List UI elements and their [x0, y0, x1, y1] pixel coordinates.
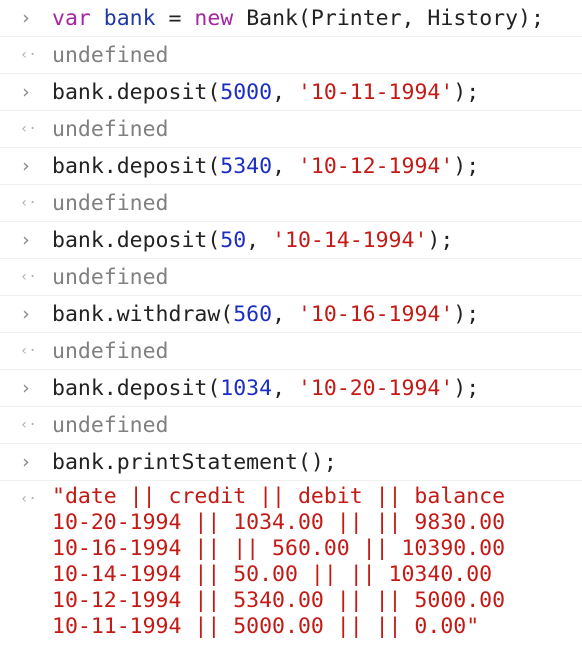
console-output: undefined — [52, 265, 169, 290]
console-command: bank.deposit(50, '10-14-1994'); — [52, 222, 453, 259]
statement-output: ‹· "date || credit || debit || balance 10-… — [0, 481, 582, 644]
token-str: '10-16-1994' — [297, 302, 454, 327]
console-input-line[interactable]: › bank.deposit(5340, '10-12-1994'); — [0, 148, 582, 185]
console-input-line[interactable]: › var bank = new Bank(Printer, History); — [0, 0, 582, 37]
token-str: '10-11-1994' — [297, 80, 454, 105]
input-prompt-icon: › — [20, 229, 32, 251]
token-plain: bank.printStatement(); — [52, 450, 337, 475]
console-output: undefined — [52, 191, 169, 216]
result-prompt-icon: ‹· — [20, 121, 37, 137]
result-prompt-icon: ‹· — [20, 343, 37, 359]
token-plain: ); — [453, 376, 480, 401]
result-prompt-icon: ‹· — [20, 269, 37, 285]
console-input-line[interactable]: › bank.withdraw(560, '10-16-1994'); — [0, 296, 582, 333]
result-prompt-icon: ‹· — [20, 47, 37, 63]
token-plain: , — [272, 376, 298, 401]
token-plain: = — [155, 6, 195, 31]
console-output: undefined — [52, 339, 169, 364]
statement-line: "date || credit || debit || balance — [52, 484, 506, 509]
result-prompt-icon: ‹· — [20, 491, 37, 507]
input-prompt-icon: › — [20, 377, 32, 399]
console-result-line: ‹· undefined — [0, 111, 582, 148]
console-result-line: ‹· undefined — [0, 185, 582, 222]
token-plain: Bank(Printer, History); — [233, 6, 544, 31]
token-str: '10-12-1994' — [297, 154, 454, 179]
console-result-line: ‹· undefined — [0, 333, 582, 370]
statement-line: 10-14-1994 || 50.00 || || 10340.00 — [52, 562, 493, 587]
token-plain: , — [272, 80, 298, 105]
console-input-line[interactable]: › bank.deposit(50, '10-14-1994'); — [0, 222, 582, 259]
token-ident: bank — [103, 6, 156, 31]
token-str: '10-14-1994' — [272, 228, 428, 253]
input-prompt-icon: › — [20, 155, 32, 177]
result-prompt-icon: ‹· — [20, 195, 37, 211]
token-plain: bank.withdraw( — [52, 302, 234, 327]
console-command: var bank = new Bank(Printer, History); — [52, 0, 544, 37]
console-command: bank.deposit(5340, '10-12-1994'); — [52, 148, 479, 185]
token-num: 1034 — [220, 376, 273, 401]
console-output: undefined — [52, 43, 169, 68]
console-result-line: ‹· undefined — [0, 259, 582, 296]
console-input-line[interactable]: › bank.deposit(1034, '10-20-1994'); — [0, 370, 582, 407]
devtools-console: › var bank = new Bank(Printer, History); ‹… — [0, 0, 582, 660]
statement-line: 10-20-1994 || 1034.00 || || 9830.00 — [52, 510, 506, 535]
console-command: bank.withdraw(560, '10-16-1994'); — [52, 296, 479, 333]
result-prompt-icon: ‹· — [20, 417, 37, 433]
statement-line: 10-11-1994 || 5000.00 || || 0.00" — [52, 614, 480, 639]
token-plain: ); — [453, 154, 480, 179]
token-kw: new — [194, 6, 234, 31]
token-plain: , — [272, 302, 298, 327]
token-plain: bank.deposit( — [52, 80, 221, 105]
token-plain: ); — [453, 302, 480, 327]
console-output: undefined — [52, 117, 169, 142]
console-result-line: ‹· undefined — [0, 407, 582, 444]
token-plain: ); — [453, 80, 480, 105]
token-plain: ); — [427, 228, 454, 253]
input-prompt-icon: › — [20, 303, 32, 325]
token-str: '10-20-1994' — [297, 376, 454, 401]
console-result-line: ‹· undefined — [0, 37, 582, 74]
token-kw: var — [52, 6, 91, 31]
token-plain: bank.deposit( — [52, 154, 221, 179]
console-command: bank.printStatement(); — [52, 444, 337, 481]
input-prompt-icon: › — [20, 451, 32, 473]
token-plain: , — [246, 228, 273, 253]
console-input-line[interactable]: › bank.deposit(5000, '10-11-1994'); — [0, 74, 582, 111]
console-command: bank.deposit(1034, '10-20-1994'); — [52, 370, 479, 407]
console-output: undefined — [52, 413, 169, 438]
token-plain: bank.deposit( — [52, 228, 221, 253]
token-num: 5340 — [220, 154, 273, 179]
token-plain: bank.deposit( — [52, 376, 221, 401]
statement-line: 10-12-1994 || 5340.00 || || 5000.00 — [52, 588, 506, 613]
statement-text: "date || credit || debit || balance 10-20… — [52, 484, 505, 640]
token-num: 50 — [220, 228, 247, 253]
token-num: 560 — [233, 302, 273, 327]
token-plain: , — [272, 154, 298, 179]
input-prompt-icon: › — [20, 81, 32, 103]
token-num: 5000 — [220, 80, 273, 105]
statement-line: 10-16-1994 || || 560.00 || 10390.00 — [52, 536, 506, 561]
console-command: bank.deposit(5000, '10-11-1994'); — [52, 74, 479, 111]
input-prompt-icon: › — [20, 7, 32, 29]
console-input-line[interactable]: › bank.printStatement(); — [0, 444, 582, 481]
